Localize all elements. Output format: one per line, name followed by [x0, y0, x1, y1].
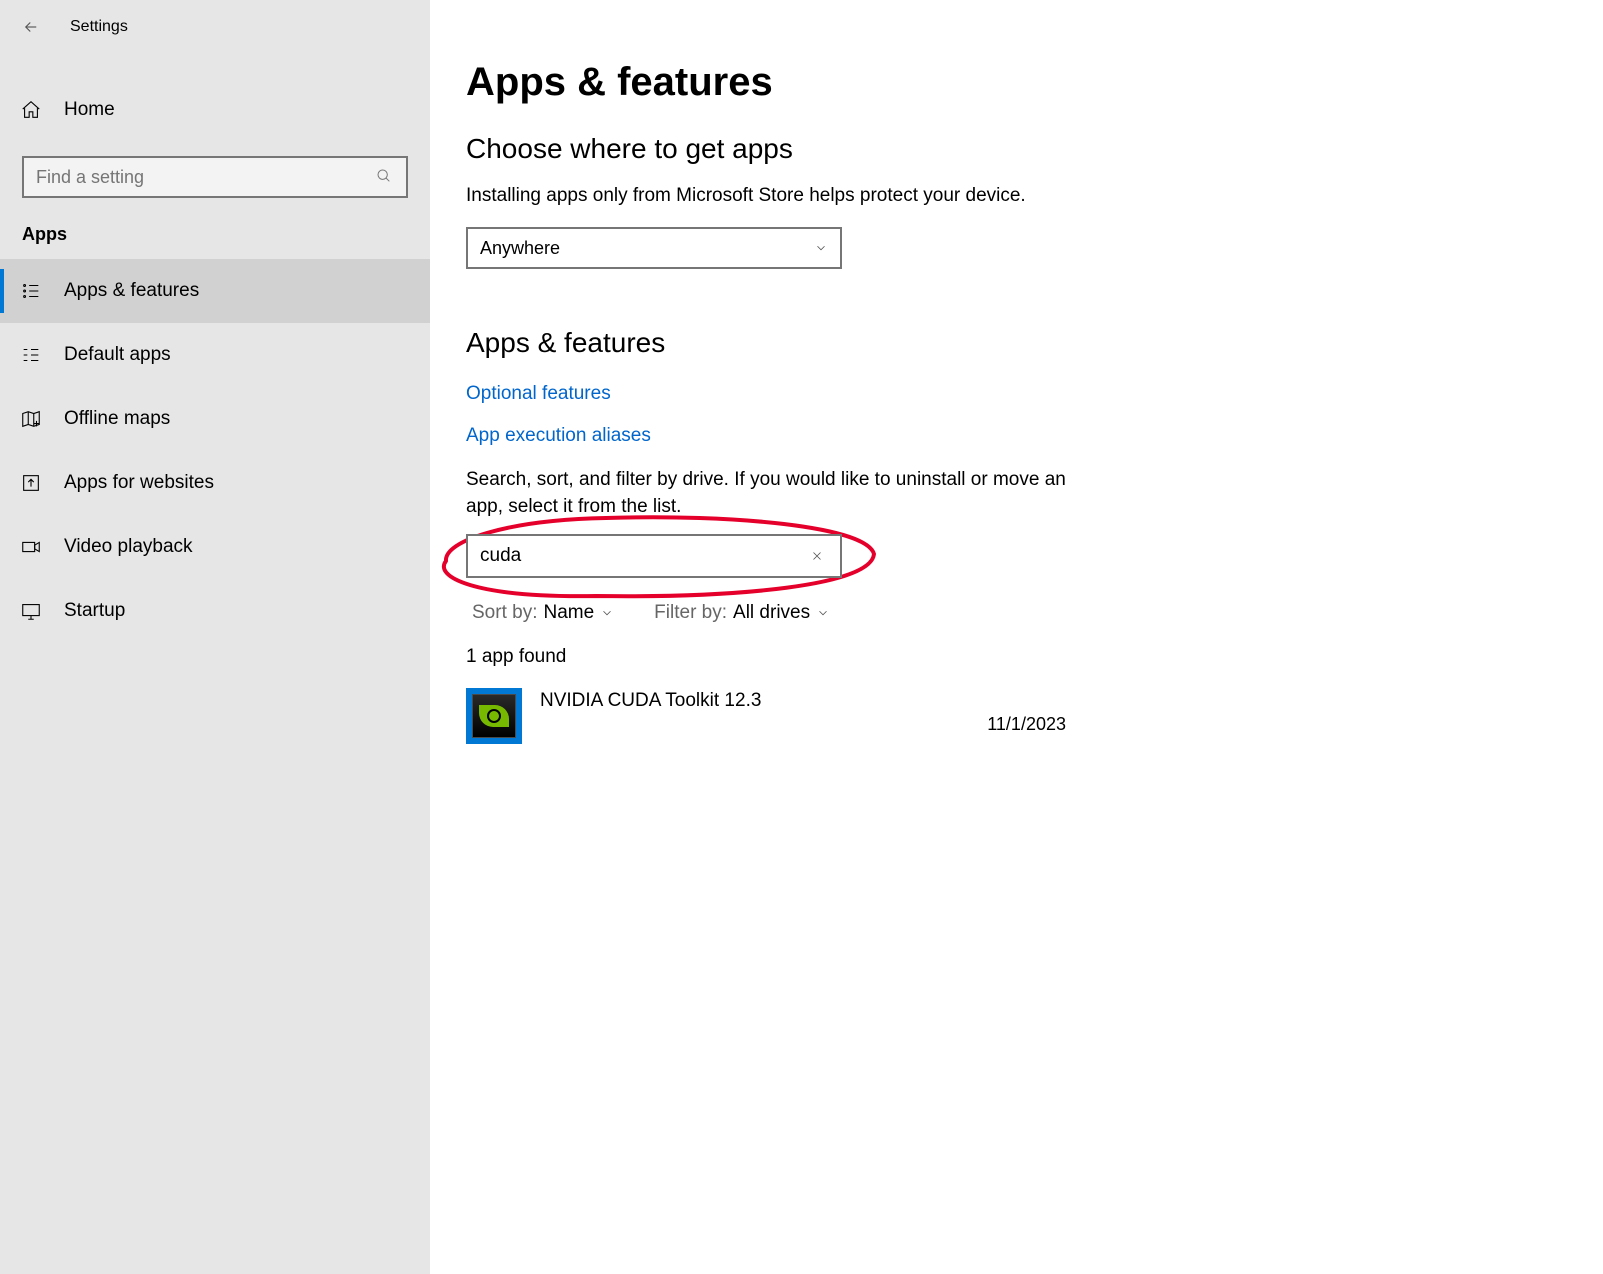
filter-by-label: Filter by:	[654, 602, 727, 624]
map-icon	[20, 408, 42, 430]
video-icon	[20, 536, 42, 558]
app-name: NVIDIA CUDA Toolkit 12.3	[540, 688, 969, 712]
page-title: Apps & features	[466, 60, 1567, 105]
back-button[interactable]	[20, 16, 42, 38]
sort-by-value: Name	[543, 602, 594, 624]
filter-by-value: All drives	[733, 602, 810, 624]
nav-default-apps[interactable]: Default apps	[0, 323, 430, 387]
settings-sidebar: Settings Home Apps Apps & features Defau…	[0, 0, 430, 1274]
source-dropdown-value: Anywhere	[480, 238, 560, 259]
app-install-date: 11/1/2023	[987, 688, 1066, 735]
found-text: 1 app found	[466, 646, 1567, 668]
main-content: Apps & features Choose where to get apps…	[430, 0, 1603, 1274]
source-dropdown[interactable]: Anywhere	[466, 227, 842, 269]
search-icon	[376, 168, 394, 186]
optional-features-link[interactable]: Optional features	[466, 383, 1567, 405]
app-icon	[466, 688, 522, 744]
nav-startup[interactable]: Startup	[0, 579, 430, 643]
app-search-wrap	[466, 534, 886, 578]
sort-by-label: Sort by:	[472, 602, 537, 624]
nav-video-playback[interactable]: Video playback	[0, 515, 430, 579]
choose-apps-heading: Choose where to get apps	[466, 133, 1567, 165]
window-title: Settings	[70, 18, 128, 36]
nav-default-apps-label: Default apps	[64, 344, 171, 366]
nav-offline-maps-label: Offline maps	[64, 408, 170, 430]
filter-by-dropdown[interactable]: Filter by: All drives	[654, 602, 830, 624]
list-detail-icon	[20, 280, 42, 302]
nav-apps-features-label: Apps & features	[64, 280, 199, 302]
chevron-down-icon	[814, 241, 828, 255]
arrow-left-icon	[22, 18, 40, 36]
nvidia-icon	[472, 694, 516, 738]
sidebar-search-input[interactable]	[36, 167, 376, 188]
nav-startup-label: Startup	[64, 600, 125, 622]
sort-filter-row: Sort by: Name Filter by: All drives	[466, 602, 1567, 624]
home-icon	[20, 99, 42, 121]
clear-search-button[interactable]	[806, 545, 828, 567]
startup-icon	[20, 600, 42, 622]
app-execution-aliases-link[interactable]: App execution aliases	[466, 425, 1567, 447]
close-icon	[810, 549, 824, 563]
nav-offline-maps[interactable]: Offline maps	[0, 387, 430, 451]
apps-features-heading: Apps & features	[466, 327, 1567, 359]
sort-by-dropdown[interactable]: Sort by: Name	[472, 602, 614, 624]
header-row: Settings	[0, 10, 430, 48]
nav-apps-features[interactable]: Apps & features	[0, 259, 430, 323]
search-helper-text: Search, sort, and filter by drive. If yo…	[466, 467, 1066, 520]
chevron-down-icon	[816, 606, 830, 620]
default-apps-icon	[20, 344, 42, 366]
nav-home-label: Home	[64, 99, 115, 121]
sidebar-search[interactable]	[22, 156, 408, 198]
chevron-down-icon	[600, 606, 614, 620]
nav-apps-websites[interactable]: Apps for websites	[0, 451, 430, 515]
app-search-box[interactable]	[466, 534, 842, 578]
sidebar-nav-group: Apps & features Default apps Offline map…	[0, 259, 430, 643]
choose-apps-text: Installing apps only from Microsoft Stor…	[466, 185, 1106, 207]
nav-apps-websites-label: Apps for websites	[64, 472, 214, 494]
open-external-icon	[20, 472, 42, 494]
sidebar-section-label: Apps	[0, 216, 430, 251]
nav-video-playback-label: Video playback	[64, 536, 193, 558]
app-search-input[interactable]	[480, 545, 806, 567]
nav-home[interactable]: Home	[0, 78, 430, 142]
app-list-item[interactable]: NVIDIA CUDA Toolkit 12.3 11/1/2023	[466, 688, 1066, 744]
